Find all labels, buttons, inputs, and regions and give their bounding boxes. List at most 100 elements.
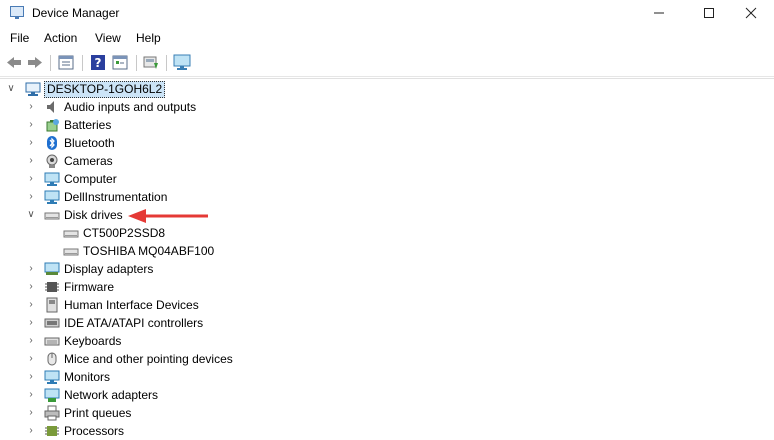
speaker-icon: [47, 101, 54, 113]
hid-icon: [46, 297, 58, 313]
chevron-right-icon[interactable]: ›: [26, 134, 36, 152]
disk-drive-item[interactable]: TOSHIBA MQ04ABF100: [0, 242, 400, 260]
tree-root[interactable]: ∨ DESKTOP-1GOH6L2: [0, 80, 300, 98]
chevron-right-icon[interactable]: ›: [26, 152, 36, 170]
chevron-right-icon[interactable]: ›: [26, 296, 36, 314]
chevron-right-icon[interactable]: ›: [26, 98, 36, 116]
chevron-right-icon[interactable]: ›: [26, 278, 36, 296]
red-arrow-pointer: [128, 209, 208, 223]
processor-icon: [45, 426, 59, 436]
close-button[interactable]: [728, 0, 774, 26]
tree-item-cameras[interactable]: › Cameras: [0, 152, 400, 170]
help-icon[interactable]: ?: [89, 54, 107, 71]
disk-drive-label: TOSHIBA MQ04ABF100: [83, 244, 215, 258]
menu-action[interactable]: Action: [44, 31, 77, 45]
tree-item-ide-ata-atapi-controllers[interactable]: › IDE ATA/ATAPI controllers: [0, 314, 400, 332]
tree-item-firmware[interactable]: › Firmware: [0, 278, 400, 296]
chevron-right-icon[interactable]: ›: [26, 314, 36, 332]
minimize-icon: [654, 12, 664, 14]
tree-item-label: Keyboards: [64, 334, 122, 348]
chevron-right-icon[interactable]: ›: [26, 386, 36, 404]
scan-hardware-icon[interactable]: [173, 54, 191, 71]
camera-icon: [46, 154, 58, 168]
computer-root-icon: [25, 82, 41, 96]
close-icon: [745, 7, 757, 19]
tree-item-label: Network adapters: [64, 388, 159, 402]
chevron-right-icon[interactable]: ›: [26, 368, 36, 386]
chevron-right-icon[interactable]: ›: [26, 116, 36, 134]
disk-drive-item[interactable]: CT500P2SSD8: [0, 224, 400, 242]
drive-item-icon: [63, 230, 79, 238]
tree-item-monitors[interactable]: › Monitors: [0, 368, 400, 386]
toolbar-separator: [136, 55, 137, 71]
tree-item-human-interface-devices[interactable]: › Human Interface Devices: [0, 296, 400, 314]
chevron-right-icon[interactable]: ›: [26, 332, 36, 350]
chevron-right-icon[interactable]: ›: [26, 350, 36, 368]
update-driver-icon[interactable]: [142, 54, 160, 71]
minimize-button[interactable]: [636, 0, 682, 26]
tree-item-processors[interactable]: › Processors: [0, 422, 400, 440]
chevron-right-icon[interactable]: ›: [26, 170, 36, 188]
tree-item-label: Computer: [64, 172, 117, 186]
device-tree: ∨ DESKTOP-1GOH6L2 › Audio inputs and output…: [0, 78, 774, 438]
tree-item-keyboards[interactable]: › Keyboards: [0, 332, 400, 350]
chevron-down-icon[interactable]: ∨: [26, 206, 36, 224]
bluetooth-icon: [47, 136, 57, 150]
device-manager-icon: [10, 6, 24, 19]
tree-item-label: Print queues: [64, 406, 132, 420]
tree-item-label: Processors: [64, 424, 125, 438]
title-bar: Device Manager: [0, 0, 774, 26]
tree-item-network-adapters[interactable]: › Network adapters: [0, 386, 400, 404]
chevron-right-icon[interactable]: ›: [26, 404, 36, 422]
toolbar-separator: [82, 55, 83, 71]
chevron-down-icon[interactable]: ∨: [6, 80, 16, 98]
properties-icon[interactable]: [57, 54, 75, 71]
window-title: Device Manager: [32, 6, 120, 20]
tree-item-audio-inputs-and-outputs[interactable]: › Audio inputs and outputs: [0, 98, 400, 116]
tree-item-label: Mice and other pointing devices: [64, 352, 233, 366]
tree-item-label: Bluetooth: [64, 136, 115, 150]
tree-item-label: Batteries: [64, 118, 112, 132]
chevron-right-icon[interactable]: ›: [26, 188, 36, 206]
tree-item-label: Human Interface Devices: [64, 298, 199, 312]
menu-bar: File Action View Help: [0, 28, 774, 48]
monitor-icon: [44, 190, 60, 204]
tree-item-dellinstrumentation[interactable]: › DellInstrumentation: [0, 188, 400, 206]
menu-file[interactable]: File: [10, 31, 29, 45]
monitor-icon: [44, 370, 60, 384]
tree-item-label: Firmware: [64, 280, 114, 294]
tree-item-bluetooth[interactable]: › Bluetooth: [0, 134, 400, 152]
tree-item-label: Monitors: [64, 370, 111, 384]
disk-drive-label: CT500P2SSD8: [83, 226, 166, 240]
tree-item-print-queues[interactable]: › Print queues: [0, 404, 400, 422]
menu-help[interactable]: Help: [136, 31, 161, 45]
menu-view[interactable]: View: [95, 31, 121, 45]
tree-item-label: DellInstrumentation: [64, 190, 168, 204]
tree-item-batteries[interactable]: › Batteries: [0, 116, 400, 134]
tree-item-display-adapters[interactable]: › Display adapters: [0, 260, 400, 278]
tree-item-computer[interactable]: › Computer: [0, 170, 400, 188]
tree-item-label: Audio inputs and outputs: [64, 100, 197, 114]
mouse-icon: [47, 352, 57, 366]
tree-item-mice-and-other-pointing-devices[interactable]: › Mice and other pointing devices: [0, 350, 400, 368]
toolbar-separator: [166, 55, 167, 71]
maximize-button[interactable]: [686, 0, 732, 26]
forward-icon[interactable]: [26, 54, 44, 71]
chevron-right-icon[interactable]: ›: [26, 422, 36, 440]
network-icon: [44, 388, 60, 402]
chip-icon: [45, 282, 59, 292]
svg-text:?: ?: [95, 56, 102, 70]
show-hidden-icon[interactable]: [111, 54, 129, 71]
disk-drive-icon: [44, 212, 60, 220]
toolbar: ?: [0, 50, 774, 77]
back-icon[interactable]: [5, 54, 23, 71]
maximize-icon: [704, 8, 714, 18]
keyboard-icon: [44, 337, 60, 346]
monitor-icon: [44, 172, 60, 186]
drive-item-icon: [63, 248, 79, 256]
chevron-right-icon[interactable]: ›: [26, 260, 36, 278]
ide-controller-icon: [44, 318, 60, 328]
tree-item-label: Display adapters: [64, 262, 154, 276]
printer-icon: [44, 405, 60, 421]
tree-item-label: Disk drives: [64, 208, 123, 222]
